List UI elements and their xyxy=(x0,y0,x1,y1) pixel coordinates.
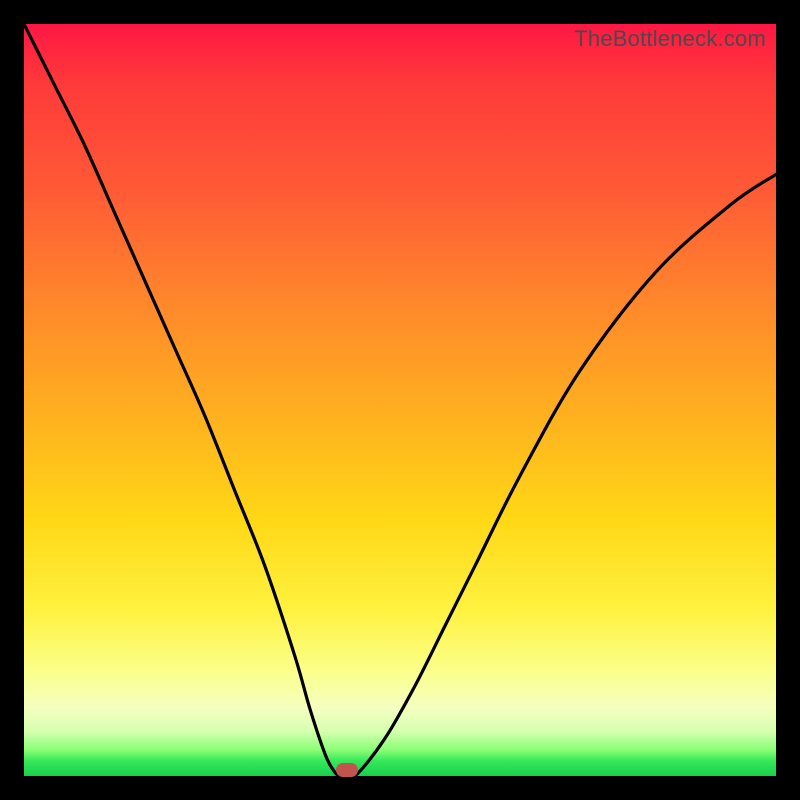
optimum-marker xyxy=(336,763,358,777)
chart-frame: TheBottleneck.com xyxy=(0,0,800,800)
plot-area: TheBottleneck.com xyxy=(24,24,776,776)
bottleneck-curve xyxy=(24,24,776,776)
